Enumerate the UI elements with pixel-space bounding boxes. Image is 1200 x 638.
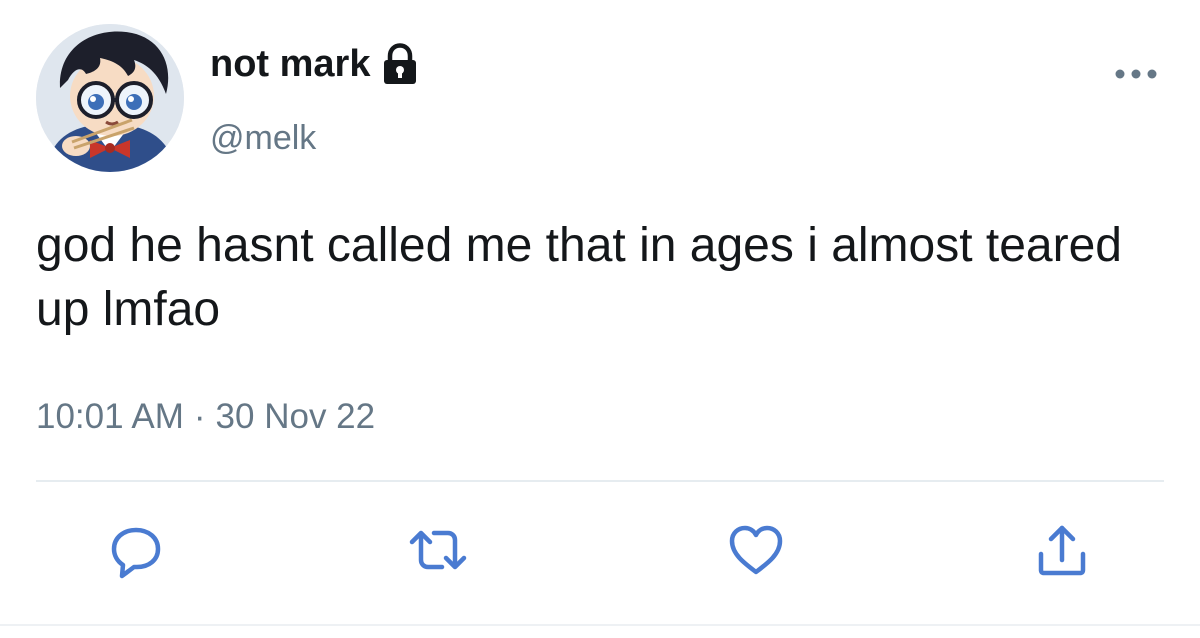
action-bar [0, 512, 1200, 592]
share-icon [1032, 520, 1092, 580]
avatar[interactable] [36, 24, 184, 172]
meta-separator: · [193, 397, 206, 436]
tweet-metadata: 10:01 AM · 30 Nov 22 [36, 392, 375, 442]
like-button[interactable] [718, 512, 794, 588]
like-icon [726, 520, 786, 580]
retweet-icon [406, 520, 470, 580]
reply-button[interactable] [98, 512, 174, 588]
tweet-card: not mark @melk god he hasnt called me th… [0, 0, 1200, 638]
divider [36, 480, 1164, 482]
retweet-button[interactable] [400, 512, 476, 588]
reply-icon [106, 520, 166, 580]
author-name-row: not mark [210, 40, 422, 88]
username-handle[interactable]: @melk [210, 116, 316, 160]
tweet-time[interactable]: 10:01 AM [36, 397, 184, 436]
more-icon[interactable] [1112, 62, 1160, 86]
display-name[interactable]: not mark [210, 40, 370, 88]
lock-icon [378, 42, 422, 86]
tweet-text: god he hasnt called me that in ages i al… [36, 219, 1122, 336]
share-button[interactable] [1024, 512, 1100, 588]
tweet-date[interactable]: 30 Nov 22 [216, 397, 376, 436]
avatar-image [36, 24, 184, 172]
bottom-divider [0, 624, 1200, 626]
